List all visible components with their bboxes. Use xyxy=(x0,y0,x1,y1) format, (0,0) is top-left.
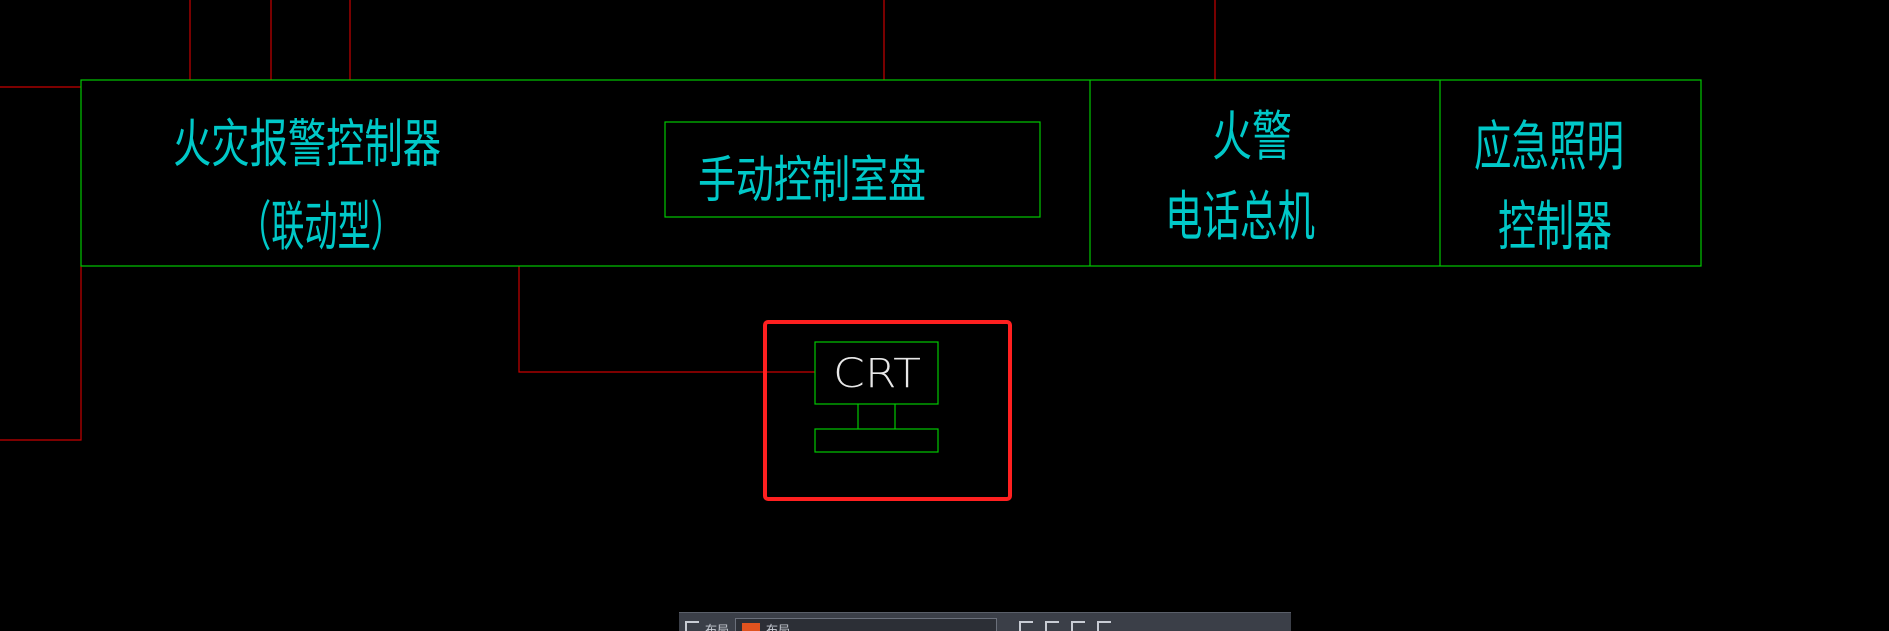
pin-icon[interactable] xyxy=(1045,621,1060,631)
wire-controller-to-crt xyxy=(518,266,815,373)
linkage-type-label: （联动型） xyxy=(238,195,404,258)
layout-tab[interactable]: 布局 xyxy=(735,618,998,631)
wire-left-return xyxy=(0,266,82,441)
bottom-layout-toolbar: 布局 布局 xyxy=(679,612,1291,631)
fire-phone-label-line1: 火警 xyxy=(1212,105,1292,168)
layout-icon[interactable] xyxy=(685,621,699,631)
manual-control-panel-label: 手动控制室盘 xyxy=(698,151,926,209)
emergency-lighting-label-line2: 控制器 xyxy=(1498,195,1612,258)
layout-label[interactable]: 布局 xyxy=(705,623,729,631)
layout-tab-icon xyxy=(742,623,761,631)
fire-alarm-controller-label: 火灾报警控制器 xyxy=(173,115,441,175)
crt-label: CRT xyxy=(833,351,921,397)
cad-drawing-canvas[interactable]: 火灾报警控制器 （联动型） 手动控制室盘 火警 电话总机 应急照明 控制器 CR… xyxy=(0,0,1889,631)
emergency-lighting-label-line1: 应急照明 xyxy=(1474,115,1624,178)
layout-tab-label: 布局 xyxy=(766,623,791,631)
crt-selection-highlight[interactable] xyxy=(763,320,1012,501)
crt-keyboard xyxy=(814,428,939,453)
top-wires xyxy=(189,0,1216,80)
copy-icon[interactable] xyxy=(1097,621,1112,631)
edit-icon[interactable] xyxy=(1019,621,1034,631)
window-icon[interactable] xyxy=(1071,621,1086,631)
fire-phone-label-line2: 电话总机 xyxy=(1165,185,1315,248)
